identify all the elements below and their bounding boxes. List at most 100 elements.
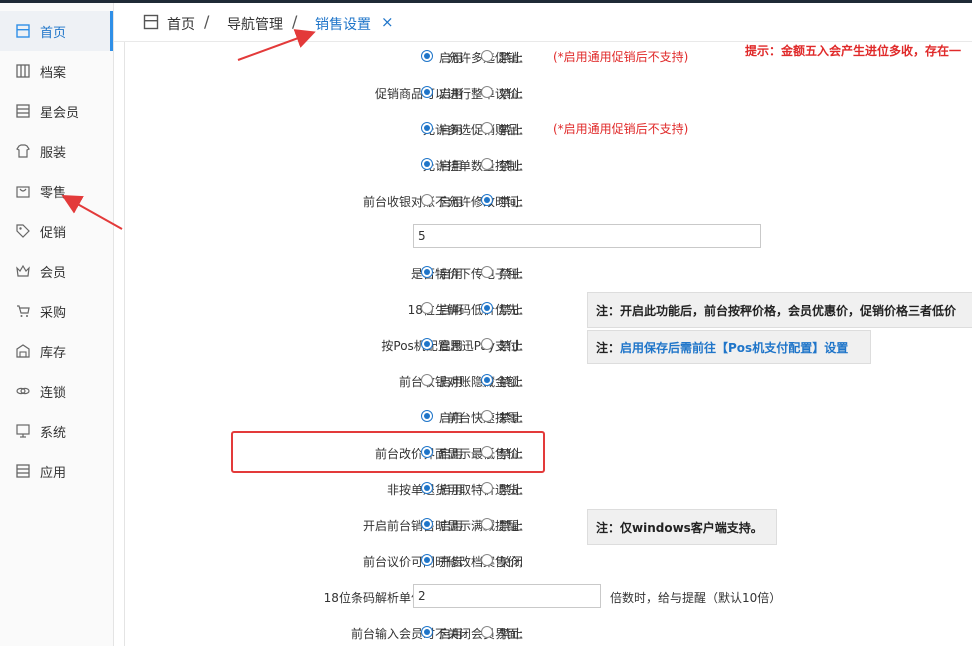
radio-disable[interactable] [481,626,493,638]
radio-option-label[interactable]: 禁止 [499,373,523,390]
breadcrumb-nav-management[interactable]: 导航管理 [227,14,283,34]
radio-option-label[interactable]: 禁止 [499,193,523,210]
radio-option-label[interactable]: 启用 [439,157,463,174]
radio-enable[interactable] [421,338,433,350]
suspend-order-limit-input[interactable]: 5 [413,224,761,248]
radio-option-label[interactable]: 启用 [439,85,463,102]
chain-icon [15,383,31,399]
sidebar-item-star-member[interactable]: 星会员 [0,91,113,131]
setting-warning-note: (*启用通用促销后不支持) [553,50,689,64]
radio-option-label[interactable]: 禁止 [499,517,523,534]
windows-only-note: 注：仅windows客户端支持。 [587,509,777,545]
sidebar: 首页 档案 星会员 服装 零售 促销 会员 采购 库存 连锁 系统 应用 [0,3,114,646]
sidebar-item-system[interactable]: 系统 [0,411,113,451]
radio-enable[interactable] [421,482,433,494]
radio-disable[interactable] [481,482,493,494]
radio-option-label[interactable]: 启用 [439,301,463,318]
home-icon [15,23,31,39]
radio-option-label[interactable]: 启用 [439,265,463,282]
breadcrumb: 首页 / 导航管理 / 销售设置 × [114,3,972,42]
radio-disable[interactable] [481,122,493,134]
retail-bag-icon [15,183,31,199]
radio-option-label[interactable]: 禁止 [499,121,523,138]
setting-row: 前台议价可同时修改档案售价: 开启 关闭 [125,547,972,575]
radio-enable[interactable] [421,266,433,278]
breadcrumb-current-sales-settings[interactable]: 销售设置 [315,14,371,34]
radio-option-label[interactable]: 禁止 [499,157,523,174]
radio-option-label[interactable]: 启用 [439,193,463,210]
radio-option-label[interactable]: 禁止 [499,337,523,354]
home-icon[interactable] [143,14,159,33]
sidebar-item-promotion[interactable]: 促销 [0,211,113,251]
setting-label: 前台输入会员时不关闭会员界面: [350,627,523,641]
sidebar-item-label: 采购 [40,305,67,321]
radio-disable[interactable] [481,374,493,386]
radio-option-label[interactable]: 启用 [439,481,463,498]
radio-disable[interactable] [481,158,493,170]
sidebar-item-archive[interactable]: 档案 [0,51,113,91]
setting-row: 前台快速抹零:启用禁止 [125,403,972,431]
highlight-annotation-box [231,431,545,473]
setting-row: 非按单退货可取特价退货: 启用 禁止 [125,475,972,503]
radio-option-label[interactable]: 启用 [439,373,463,390]
radio-enable[interactable] [421,302,433,314]
sidebar-item-label: 会员 [40,265,67,281]
tag-icon [15,223,31,239]
radio-disable[interactable] [481,266,493,278]
radio-option-label[interactable]: 禁止 [499,481,523,498]
radio-option-label[interactable]: 禁止 [499,265,523,282]
note-prefix: 注： [596,340,621,355]
radio-enable[interactable] [421,86,433,98]
radio-disable[interactable] [481,50,493,62]
breadcrumb-home[interactable]: 首页 [167,14,195,34]
radio-enable[interactable] [421,158,433,170]
radio-option-label[interactable]: 关闭 [499,553,523,570]
star-member-icon [15,103,31,119]
radio-disable[interactable] [481,338,493,350]
radio-disable[interactable] [481,554,493,566]
sidebar-item-label: 档案 [40,65,67,81]
radio-disable[interactable] [481,194,493,206]
radio-enable[interactable] [421,50,433,62]
close-tab-icon[interactable]: × [381,13,394,31]
radio-disable[interactable] [481,410,493,422]
sidebar-item-retail[interactable]: 零售 [0,171,113,211]
breadcrumb-separator: / [204,12,210,31]
radio-enable[interactable] [421,410,433,422]
radio-enable[interactable] [421,374,433,386]
sidebar-item-clothing[interactable]: 服装 [0,131,113,171]
crown-icon [15,263,31,279]
radio-option-label[interactable]: 启用 [439,337,463,354]
sidebar-item-home[interactable]: 首页 [0,11,113,51]
app-icon [15,463,31,479]
radio-enable[interactable] [421,122,433,134]
sidebar-item-app[interactable]: 应用 [0,451,113,491]
radio-disable[interactable] [481,518,493,530]
sidebar-item-label: 服装 [40,145,67,161]
radio-option-label[interactable]: 启用 [439,121,463,138]
radio-option-label[interactable]: 启用 [439,409,463,426]
sidebar-item-chain[interactable]: 连锁 [0,371,113,411]
price-ratio-input[interactable]: 2 [413,584,601,608]
radio-option-label[interactable]: 禁止 [499,625,523,642]
radio-option-label[interactable]: 启用 [439,517,463,534]
radio-option-label[interactable]: 禁止 [499,85,523,102]
warehouse-icon [15,343,31,359]
radio-enable[interactable] [421,518,433,530]
radio-option-label[interactable]: 启用 [439,625,463,642]
radio-option-label[interactable]: 禁止 [499,301,523,318]
sidebar-item-purchase[interactable]: 采购 [0,291,113,331]
breadcrumb-separator: / [292,12,298,31]
radio-enable[interactable] [421,626,433,638]
pos-pay-config-link[interactable]: 启用保存后需前往【Pos机支付配置】设置 [620,339,848,356]
radio-disable[interactable] [481,86,493,98]
sidebar-item-inventory[interactable]: 库存 [0,331,113,371]
radio-enable[interactable] [421,194,433,206]
radio-option-label[interactable]: 开启 [439,553,463,570]
radio-enable[interactable] [421,554,433,566]
radio-option-label[interactable]: 禁止 [499,409,523,426]
radio-option-label[interactable]: 禁止 [499,49,523,66]
sidebar-item-member[interactable]: 会员 [0,251,113,291]
radio-option-label[interactable]: 启用 [439,49,463,66]
radio-disable[interactable] [481,302,493,314]
